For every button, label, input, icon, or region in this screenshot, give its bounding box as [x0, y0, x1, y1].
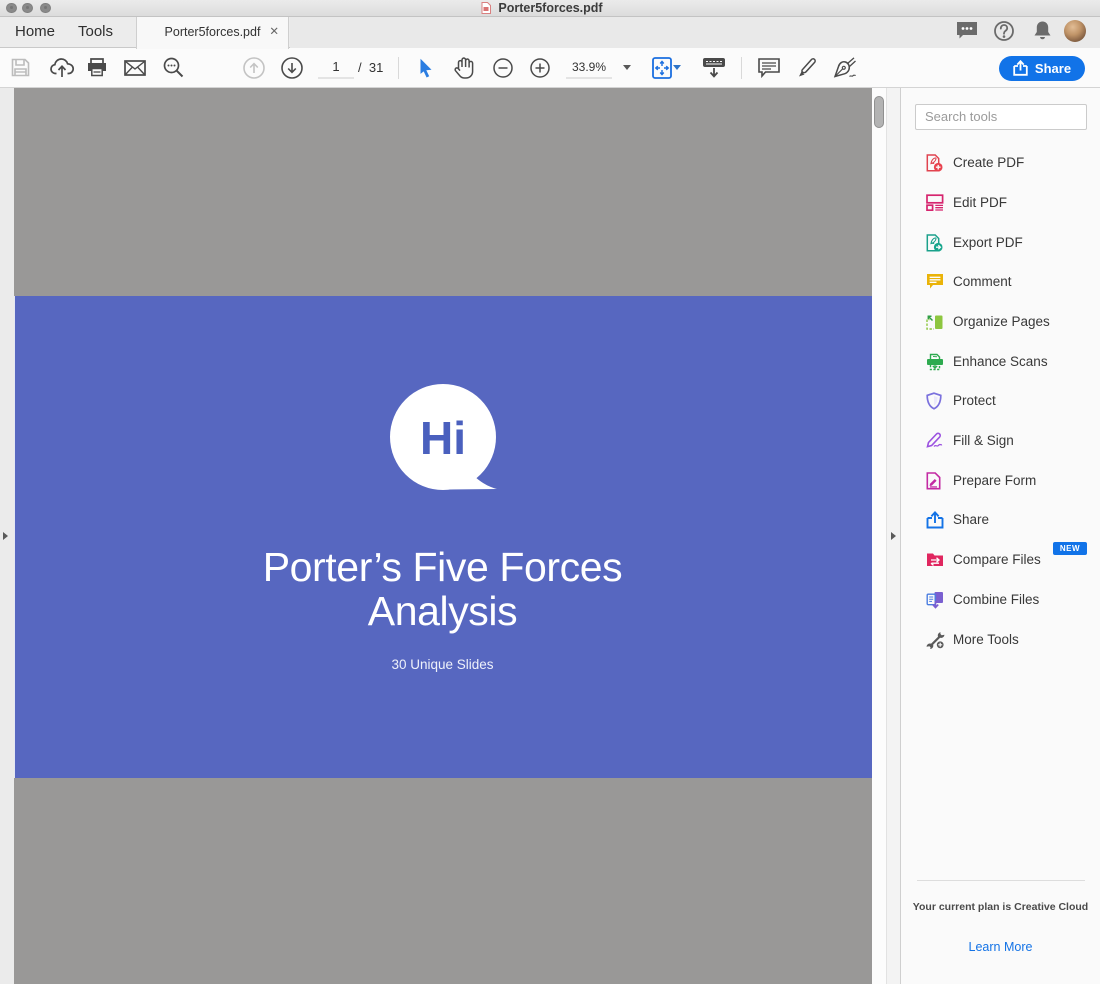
svg-text:Hi: Hi	[420, 412, 466, 464]
